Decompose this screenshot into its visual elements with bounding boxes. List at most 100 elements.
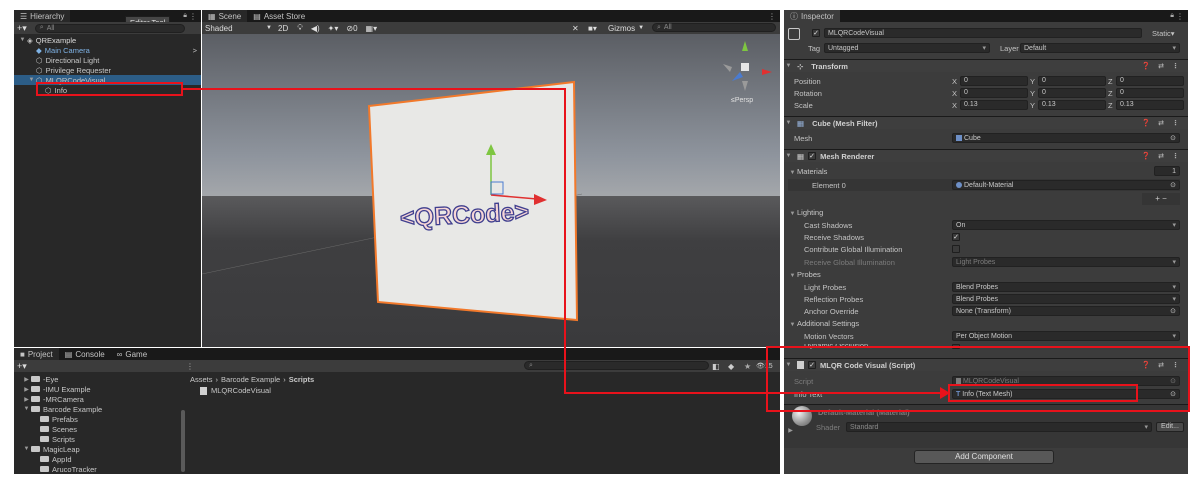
hierarchy-item[interactable]: ⬡ Directional Light: [14, 55, 201, 65]
effects-icon[interactable]: ✦▾: [328, 24, 339, 33]
folder-item[interactable]: ▶ -Eye: [14, 374, 184, 384]
component-actions-icons[interactable]: ❓ ⇄ ⋮: [1142, 62, 1182, 70]
tab-inspector[interactable]: ⓘ Inspector: [784, 10, 840, 22]
folder-item[interactable]: ▼ MagicLeap: [14, 444, 184, 454]
grid-toggle-icon[interactable]: ▦▾: [366, 24, 378, 33]
tab-hierarchy[interactable]: ☰ Hierarchy: [14, 10, 71, 22]
script-component-header[interactable]: ▼ ✓ MLQR Code Visual (Script) ❓ ⇄ ⋮: [784, 358, 1188, 371]
folder-item[interactable]: ▼ Barcode Example: [14, 404, 184, 414]
object-name-field[interactable]: MLQRCodeVisual: [824, 28, 1142, 38]
mesh-field[interactable]: Cube ⊙: [952, 133, 1180, 143]
chevron-right-icon[interactable]: >: [193, 46, 197, 55]
position-x-field[interactable]: X0: [952, 76, 1028, 86]
breadcrumb-item[interactable]: Scripts: [289, 375, 314, 384]
folder-item[interactable]: ▶ -IMU Example: [14, 384, 184, 394]
tools-icon[interactable]: ✕: [572, 24, 579, 33]
rotation-y-field[interactable]: Y0: [1030, 88, 1106, 98]
script-enabled-checkbox[interactable]: ✓: [808, 361, 816, 369]
edit-shader-button[interactable]: Edit...: [1156, 422, 1184, 432]
folder-item[interactable]: Prefabs: [14, 414, 184, 424]
dynamic-occlusion-checkbox[interactable]: [952, 344, 960, 349]
2d-toggle-button[interactable]: 2D: [278, 24, 288, 33]
tab-asset-store[interactable]: ▤ Asset Store: [247, 10, 311, 22]
shader-dropdown[interactable]: Standard: [846, 422, 1152, 432]
layer-dropdown[interactable]: Default: [1020, 43, 1180, 53]
expand-triangle-icon[interactable]: ▶: [786, 427, 795, 434]
tab-menu-icon[interactable]: ⋮: [768, 12, 776, 21]
lighting-foldout[interactable]: ▼ Lighting: [788, 208, 824, 217]
breadcrumb-item[interactable]: Barcode Example: [221, 375, 280, 384]
add-component-button[interactable]: Add Component: [914, 450, 1054, 464]
folder-item[interactable]: ArucoTracker: [14, 464, 184, 474]
folder-item[interactable]: Scenes: [14, 424, 184, 434]
static-toggle[interactable]: Static▾: [1152, 29, 1175, 38]
position-z-field[interactable]: Z0: [1108, 76, 1184, 86]
additional-settings-foldout[interactable]: ▼ Additional Settings: [788, 319, 860, 328]
collapsed-triangle-icon[interactable]: ▶: [22, 386, 31, 393]
collapsed-triangle-icon[interactable]: ▶: [22, 396, 31, 403]
anchor-override-field[interactable]: None (Transform) ⊙: [952, 306, 1180, 316]
hidden-count-icon[interactable]: 👁︎15: [756, 362, 773, 370]
scale-x-field[interactable]: X 0.13: [952, 100, 1028, 110]
expand-triangle-icon[interactable]: ▼: [18, 37, 27, 43]
scale-z-field[interactable]: Z 0.13: [1108, 100, 1184, 110]
light-probes-dropdown[interactable]: Blend Probes: [952, 282, 1180, 292]
hierarchy-item[interactable]: ⬡ Privilege Requester: [14, 65, 201, 75]
rotation-z-field[interactable]: Z0: [1108, 88, 1184, 98]
position-y-field[interactable]: Y0: [1030, 76, 1106, 86]
tab-menu-icon[interactable]: ⋮: [1176, 12, 1184, 21]
motion-vectors-dropdown[interactable]: Per Object Motion: [952, 331, 1180, 341]
cast-shadows-dropdown[interactable]: On: [952, 220, 1180, 230]
tree-scrollbar[interactable]: [181, 410, 185, 472]
favorite-star-icon[interactable]: ★: [744, 362, 751, 371]
scene-search-input[interactable]: ⌕ All: [652, 23, 776, 32]
project-search-input[interactable]: ⌕: [524, 361, 709, 370]
component-actions-icons[interactable]: ❓ ⇄ ⋮: [1142, 361, 1182, 369]
transform-header[interactable]: ▼ ⊹ Transform ❓ ⇄ ⋮: [784, 59, 1188, 72]
tag-dropdown[interactable]: Untagged: [824, 43, 990, 53]
object-picker-icon[interactable]: ⊙: [1170, 181, 1176, 189]
mesh-renderer-enabled-checkbox[interactable]: ✓: [808, 152, 817, 160]
rotation-x-field[interactable]: X0: [952, 88, 1028, 98]
hierarchy-item[interactable]: ▼ ⬡ MLQRCodeVisual: [14, 75, 201, 85]
folder-item[interactable]: ▶ -MRCamera: [14, 394, 184, 404]
filter-type-icon[interactable]: ◧: [712, 362, 720, 371]
object-picker-icon[interactable]: ⊙: [1170, 390, 1176, 398]
tab-console[interactable]: ▤ Console: [59, 348, 111, 360]
mesh-filter-header[interactable]: ▼ ▦ Cube (Mesh Filter) ❓ ⇄ ⋮: [784, 116, 1188, 129]
contribute-gi-checkbox[interactable]: [952, 245, 960, 253]
tab-game[interactable]: ∞ Game: [111, 348, 154, 360]
filter-label-icon[interactable]: ◆: [728, 362, 734, 371]
tab-project[interactable]: ■ Project: [14, 348, 59, 360]
camera-icon[interactable]: ■▾: [588, 24, 597, 33]
list-add-remove-buttons[interactable]: + −: [1142, 193, 1180, 205]
expand-triangle-icon[interactable]: ▼: [22, 406, 31, 412]
collapsed-triangle-icon[interactable]: ▶: [22, 376, 31, 383]
receive-shadows-checkbox[interactable]: ✓: [952, 233, 960, 241]
audio-icon[interactable]: ◀): [311, 24, 320, 33]
asset-item[interactable]: MLQRCodeVisual: [211, 386, 271, 395]
scale-y-field[interactable]: Y 0.13: [1030, 100, 1106, 110]
materials-count-field[interactable]: 1: [1154, 166, 1180, 176]
hierarchy-search-input[interactable]: ⌕ All: [34, 23, 185, 33]
active-checkbox[interactable]: ✓: [812, 29, 820, 37]
gizmos-dropdown[interactable]: Gizmos ▼: [608, 24, 644, 33]
breadcrumb-item[interactable]: Assets: [190, 375, 213, 384]
object-picker-icon[interactable]: ⊙: [1170, 307, 1176, 315]
reflection-probes-dropdown[interactable]: Blend Probes: [952, 294, 1180, 304]
probes-foldout[interactable]: ▼ Probes: [788, 270, 821, 279]
folder-item[interactable]: AppId: [14, 454, 184, 464]
hierarchy-item[interactable]: ⬡ Info: [14, 85, 201, 95]
add-button[interactable]: +▾: [17, 361, 27, 372]
component-actions-icons[interactable]: ❓ ⇄ ⋮: [1142, 152, 1182, 160]
panel-menu-icon[interactable]: ⋮: [186, 362, 194, 371]
scene-viewport[interactable]: <QRCode> ≤Persp: [202, 34, 780, 347]
tab-menu-icon[interactable]: ⋮: [189, 12, 197, 21]
lock-icon[interactable]: 🔒︎: [183, 12, 187, 20]
object-picker-icon[interactable]: ⊙: [1170, 134, 1176, 142]
hierarchy-item[interactable]: ◆ Main Camera >: [14, 45, 201, 55]
component-actions-icons[interactable]: ❓ ⇄ ⋮: [1142, 119, 1182, 127]
tab-scene[interactable]: ▦ Scene: [202, 10, 248, 22]
folder-item[interactable]: Scripts: [14, 434, 184, 444]
add-button[interactable]: +▾: [17, 23, 27, 34]
